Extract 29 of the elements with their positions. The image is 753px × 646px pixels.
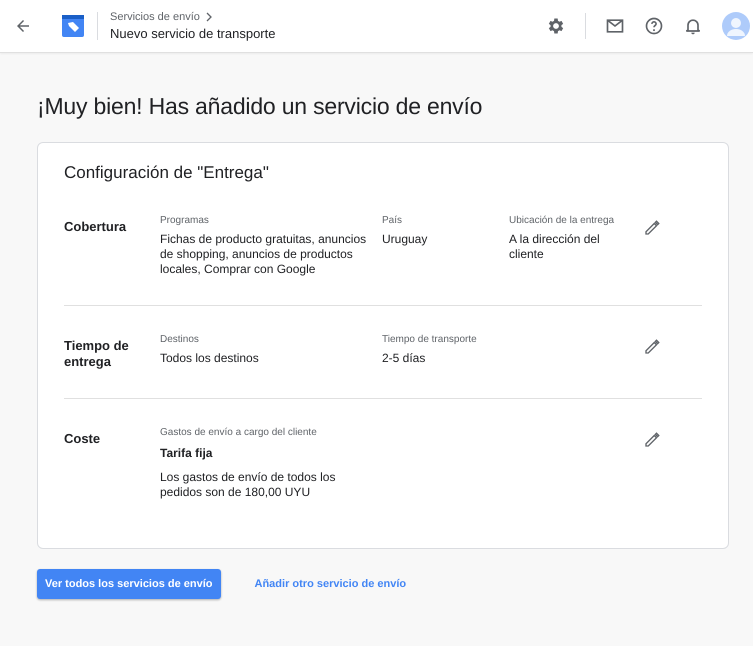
help-icon[interactable]: [644, 16, 664, 36]
section-label: Cobertura: [64, 218, 128, 235]
success-heading: ¡Muy bien! Has añadido un servicio de envío: [37, 93, 484, 120]
section-label: Coste: [64, 430, 102, 447]
edit-button[interactable]: [643, 338, 661, 356]
field-value: Los gastos de envío de todos los pedidos son de 180,00 UYU: [160, 470, 336, 500]
field-value: Uruguay: [382, 232, 428, 247]
field-label: Destinos: [160, 334, 200, 345]
field-value: Fichas de producto gratuitas, anuncios de shopping, anuncios de productos locales, Comprar con Google: [160, 232, 368, 277]
tag-logo-icon: [61, 14, 85, 38]
page-title: Nuevo servicio de transporte: [110, 26, 276, 41]
view-all-button[interactable]: Ver todos los servicios de envío: [37, 569, 221, 599]
settings-icon[interactable]: [546, 16, 566, 36]
field-subtitle: Tarifa fija: [160, 446, 214, 460]
edit-button[interactable]: [643, 219, 661, 237]
breadcrumb-link[interactable]: Servicios de envío: [110, 11, 200, 23]
edit-button[interactable]: [643, 431, 661, 449]
field-value: A la dirección del cliente: [509, 232, 601, 262]
card-title: Configuración de "Entrega": [64, 163, 270, 183]
add-another-link[interactable]: Añadir otro servicio de envío: [254, 578, 406, 590]
field-value: 2-5 días: [382, 351, 426, 366]
section-label: Tiempo de entrega: [64, 337, 130, 370]
field-label: Programas: [160, 215, 210, 226]
field-label: Gastos de envío a cargo del cliente: [160, 427, 318, 438]
field-label: Ubicación de la entrega: [509, 215, 616, 226]
chevron-icon: [204, 12, 213, 22]
field-label: Tiempo de transporte: [382, 334, 478, 345]
field-value: Todos los destinos: [160, 351, 260, 366]
field-label: País: [382, 215, 404, 226]
